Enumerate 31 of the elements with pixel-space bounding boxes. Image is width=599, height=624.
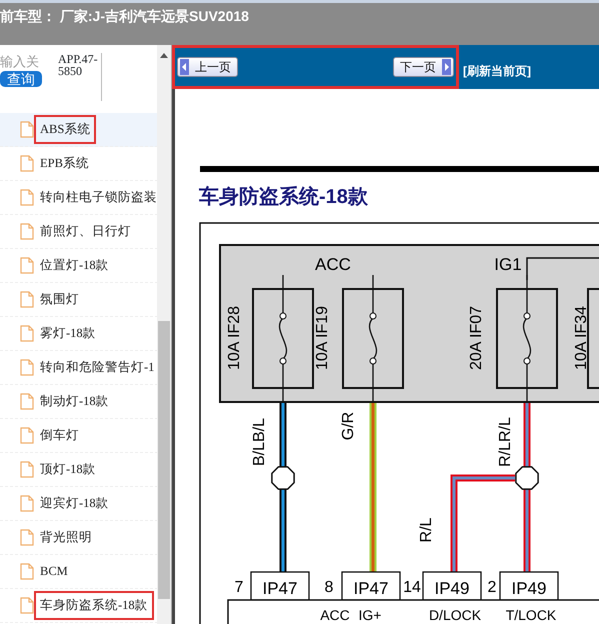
module-pin-label: T/LOCK xyxy=(506,607,556,623)
connector-label: IP49 xyxy=(434,579,470,598)
model-code: APP.47-5850 xyxy=(58,53,102,101)
fuse-label: 10A IF28 xyxy=(226,306,243,370)
pin-number: 14 xyxy=(403,579,421,596)
connector-label: IP47 xyxy=(354,579,388,598)
fuse-label: 10A IF34 xyxy=(573,306,590,370)
module-pin-label: ACC xyxy=(320,607,350,623)
power-label: IG1 xyxy=(494,255,522,274)
pin-number: 8 xyxy=(324,579,334,596)
pin-number: 7 xyxy=(234,579,244,596)
query-button[interactable]: 查询 xyxy=(0,71,42,87)
document-list-item[interactable]: ABS系统 xyxy=(0,113,158,147)
next-page-button[interactable]: 下一页 xyxy=(393,57,454,77)
previous-page-button[interactable]: 上一页 xyxy=(177,57,238,77)
power-label: ACC xyxy=(315,255,351,274)
connector-label: IP49 xyxy=(512,579,546,598)
refresh-page-link[interactable]: [刷新当前页] xyxy=(463,62,531,80)
connector-label: IP47 xyxy=(262,579,298,598)
pin-number: 2 xyxy=(488,579,496,596)
page-title: 前车型： 厂家:J-吉利汽车远景SUV2018 xyxy=(0,8,249,24)
wire-color-label: R/L xyxy=(418,518,435,542)
fuse-label: 20A IF07 xyxy=(468,306,485,370)
keyword-input[interactable]: 输入关 xyxy=(0,53,46,71)
wire-color-label: G/R xyxy=(340,412,357,440)
diagram-title: 车身防盗系统-18款 xyxy=(199,184,369,210)
fuse-label: 10A IF19 xyxy=(314,306,331,370)
wire-color-label: R/LR/L xyxy=(497,417,514,467)
module-pin-label: IG+ xyxy=(358,607,382,623)
module-pin-label: D/LOCK xyxy=(428,607,482,623)
wire-color-label: B/LB/L xyxy=(251,418,268,466)
